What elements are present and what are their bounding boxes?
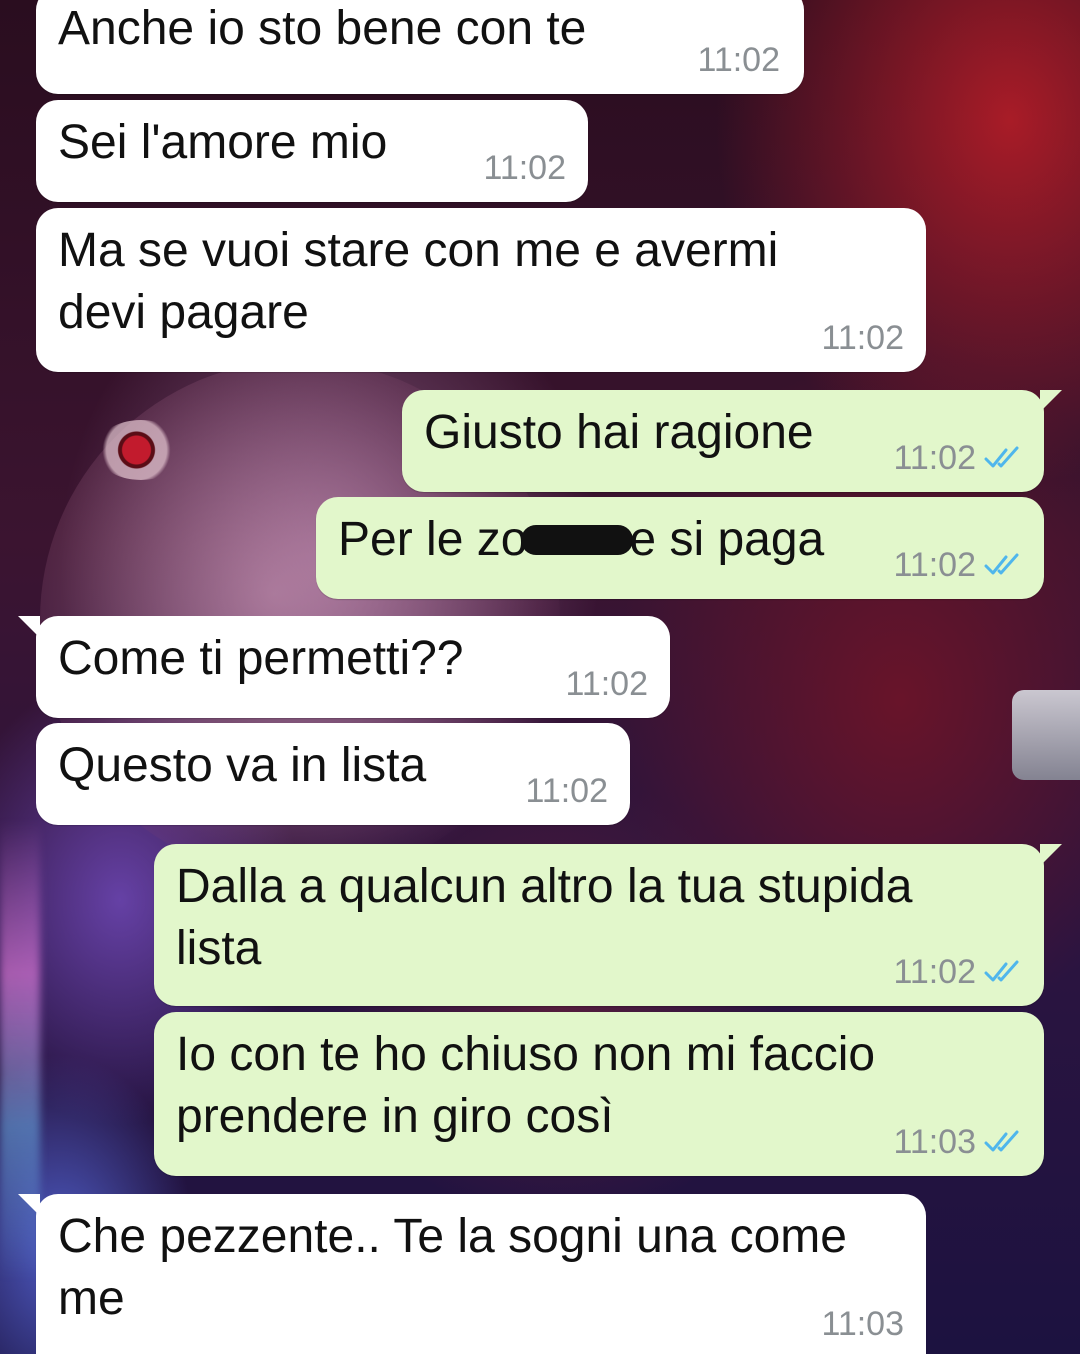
message-text: Come ti permetti?? [58, 632, 464, 685]
message-text: Ma se vuoi stare con me e avermi devi pa… [58, 224, 779, 339]
message-text-part: e si paga [629, 513, 825, 566]
redaction-mark [521, 525, 634, 556]
message-meta: 11:02 [893, 438, 1022, 478]
message-time: 11:03 [893, 1123, 976, 1161]
message-time: 11:02 [893, 953, 976, 991]
double-check-icon [984, 553, 1019, 575]
double-check-icon [984, 960, 1019, 982]
message-meta: 11:02 [893, 545, 1022, 585]
double-check-icon [984, 1130, 1019, 1152]
message-time: 11:02 [697, 41, 780, 79]
message-time: 11:02 [525, 772, 608, 810]
message-meta: 11:03 [893, 1122, 1022, 1162]
message-text: Questo va in lista [58, 739, 427, 792]
double-check-icon [984, 446, 1019, 468]
message-time: 11:02 [821, 319, 904, 357]
message-bubble-outgoing[interactable]: Io con te ho chiuso non mi faccio prende… [154, 1012, 1044, 1176]
message-meta: 11:02 [821, 318, 904, 358]
message-text: Anche io sto bene con te [58, 2, 587, 55]
message-time: 11:02 [893, 546, 976, 584]
message-meta: 11:02 [893, 952, 1022, 992]
message-meta: 11:02 [697, 40, 780, 80]
message-bubble-outgoing[interactable]: Giusto hai ragione 11:02 [402, 390, 1062, 492]
message-text: Che pezzente.. Te la sogni una come me [58, 1210, 847, 1325]
message-bubble-incoming[interactable]: Come ti permetti?? 11:02 [18, 616, 670, 718]
message-bubble-incoming[interactable]: Ma se vuoi stare con me e avermi devi pa… [36, 208, 926, 372]
message-meta: 11:02 [525, 771, 608, 811]
message-bubble-outgoing[interactable]: Per le zo e si paga 11:02 [316, 497, 1044, 599]
message-meta: 11:02 [483, 148, 566, 188]
message-time: 11:02 [893, 439, 976, 477]
message-time: 11:02 [565, 665, 648, 703]
message-meta: 11:03 [821, 1304, 904, 1344]
message-time: 11:03 [821, 1305, 904, 1343]
message-bubble-outgoing[interactable]: Dalla a qualcun altro la tua stupida lis… [154, 844, 1062, 1006]
message-list[interactable]: Anche io sto bene con te 11:02 Sei l'amo… [0, 0, 1080, 1354]
message-bubble-incoming[interactable]: Sei l'amore mio 11:02 [36, 100, 588, 202]
message-bubble-incoming[interactable]: Che pezzente.. Te la sogni una come me 1… [18, 1194, 926, 1354]
message-time: 11:02 [483, 149, 566, 187]
message-meta: 11:02 [565, 664, 648, 704]
message-bubble-incoming[interactable]: Questo va in lista 11:02 [36, 723, 630, 825]
message-text-part: Per le zo [338, 513, 528, 566]
message-bubble-incoming[interactable]: Anche io sto bene con te 11:02 [36, 0, 804, 94]
